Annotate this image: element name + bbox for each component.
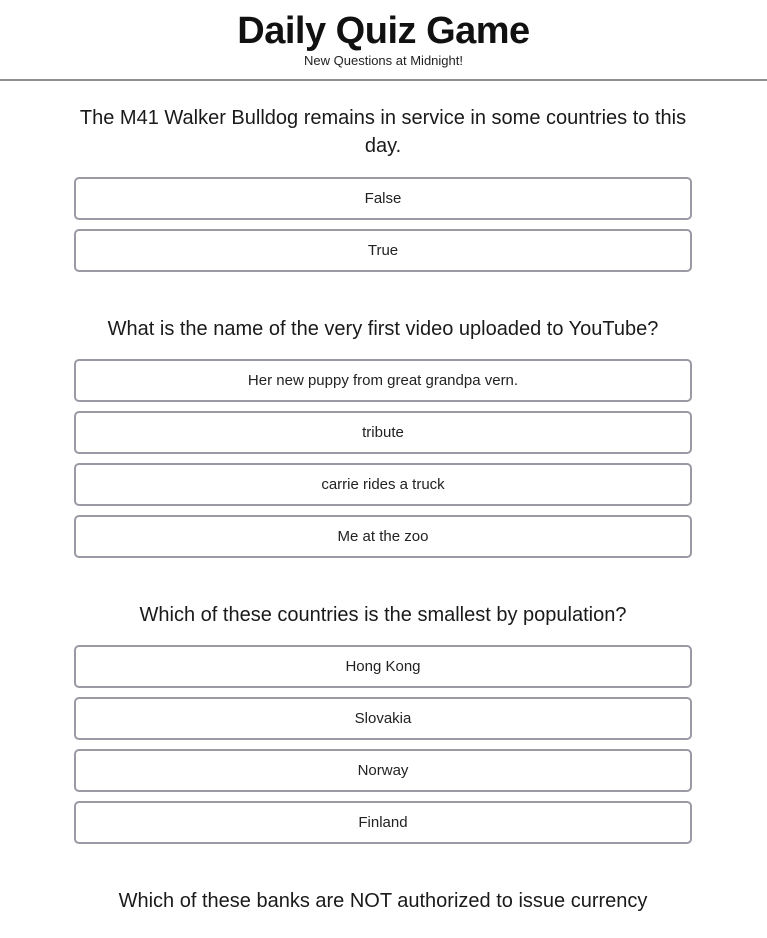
question-text: The M41 Walker Bulldog remains in servic… <box>79 107 687 157</box>
page-title: Daily Quiz Game <box>237 10 530 52</box>
answer-button[interactable]: Hong Kong <box>74 645 692 688</box>
answer-button[interactable]: Me at the zoo <box>74 515 692 558</box>
question-card-3: Which of these countries is the smallest… <box>74 601 692 844</box>
page-subtitle: New Questions at Midnight! <box>304 53 463 68</box>
answer-button[interactable]: False <box>74 177 692 220</box>
answer-button[interactable]: Slovakia <box>74 697 692 740</box>
answer-button[interactable]: carrie rides a truck <box>74 463 692 506</box>
answer-button[interactable]: True <box>74 229 692 272</box>
answer-button[interactable]: Her new puppy from great grandpa vern. <box>74 359 692 402</box>
question-text: Which of these banks are NOT authorized … <box>118 890 648 912</box>
answer-button[interactable]: Finland <box>74 801 692 844</box>
answer-button[interactable]: tribute <box>74 411 692 454</box>
question-card-2: What is the name of the very first video… <box>74 315 692 558</box>
quiz-list: The M41 Walker Bulldog remains in servic… <box>74 104 692 915</box>
question-text: Which of these countries is the smallest… <box>139 604 627 626</box>
page-header: Daily Quiz Game New Questions at Midnigh… <box>0 0 767 81</box>
question-card-4: Which of these banks are NOT authorized … <box>74 887 692 915</box>
question-card-1: The M41 Walker Bulldog remains in servic… <box>74 104 692 272</box>
question-text: What is the name of the very first video… <box>107 318 659 340</box>
answer-button[interactable]: Norway <box>74 749 692 792</box>
